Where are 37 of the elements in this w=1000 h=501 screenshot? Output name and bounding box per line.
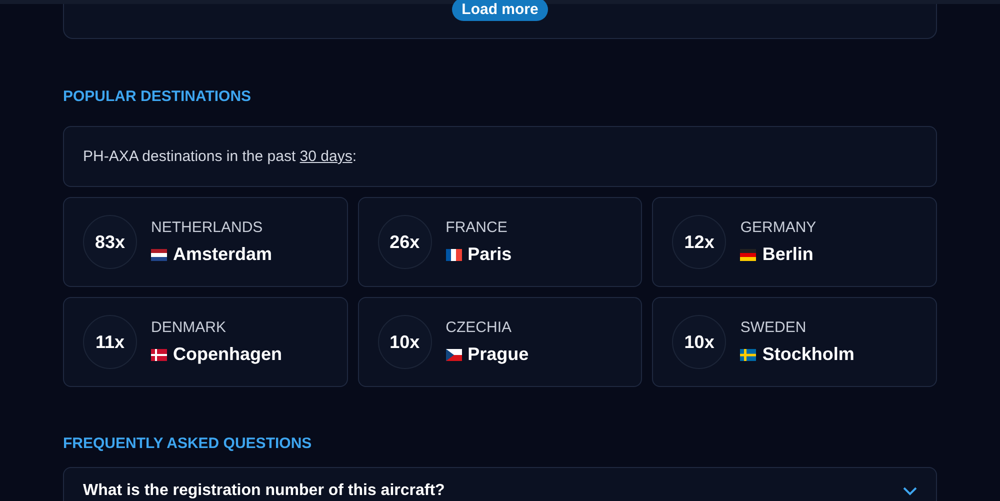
flight-count: 26x <box>378 215 432 269</box>
flag-icon <box>151 248 167 260</box>
section-heading: FREQUENTLY ASKED QUESTIONS <box>63 435 313 452</box>
flag-icon <box>740 248 756 260</box>
city-name: Stockholm <box>762 344 854 365</box>
flight-count: 83x <box>83 215 137 269</box>
faq-question: What is the registration number of this aircraft? <box>83 482 445 500</box>
flight-count: 12x <box>672 215 726 269</box>
flight-count: 11x <box>83 315 137 369</box>
destination-card[interactable]: 83x NETHERLANDS Amsterdam <box>63 197 348 287</box>
faq-item[interactable]: What is the registration number of this aircraft? <box>63 467 937 501</box>
destination-card[interactable]: 11x DENMARK Copenhagen <box>63 297 348 387</box>
country-name: SWEDEN <box>740 319 808 336</box>
country-name: GERMANY <box>740 219 816 236</box>
flag-icon <box>446 248 462 260</box>
destination-card[interactable]: 10x CZECHIA Prague <box>358 297 642 387</box>
city-name: Prague <box>468 344 529 365</box>
intro-text: PH-AXA destinations in the past 30 days: <box>83 148 357 165</box>
city-name: Berlin <box>762 244 814 265</box>
section-heading: POPULAR DESTINATIONS <box>63 88 252 105</box>
country-name: CZECHIA <box>446 319 512 336</box>
destination-card[interactable]: 10x SWEDEN Stockholm <box>652 297 937 387</box>
city-name: Copenhagen <box>173 344 282 365</box>
country-name: NETHERLANDS <box>151 219 264 236</box>
city-name: Amsterdam <box>173 244 272 265</box>
destination-card[interactable]: 26x FRANCE Paris <box>358 197 642 287</box>
country-name: DENMARK <box>151 319 228 336</box>
flag-icon <box>151 348 167 360</box>
flight-count: 10x <box>672 315 726 369</box>
city-name: Paris <box>468 244 512 265</box>
load-more-button[interactable]: Load more <box>452 0 548 21</box>
flag-icon <box>740 348 756 360</box>
flag-icon <box>446 348 462 360</box>
flight-count: 10x <box>378 315 432 369</box>
country-name: FRANCE <box>446 219 508 236</box>
period-link[interactable]: 30 days <box>300 148 352 165</box>
destination-card[interactable]: 12x GERMANY Berlin <box>652 197 937 287</box>
